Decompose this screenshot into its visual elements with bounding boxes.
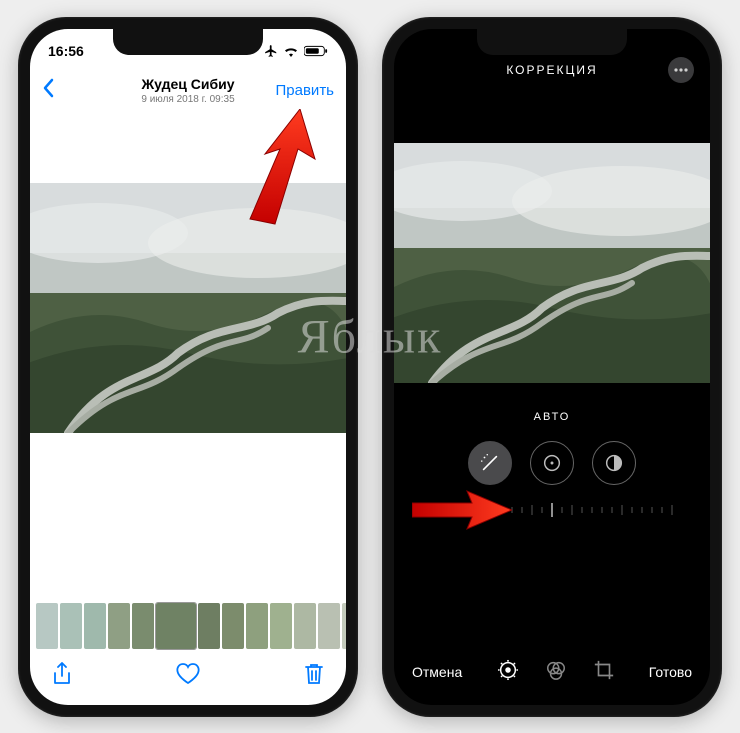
airplane-icon [264,44,278,58]
adjust-tab[interactable] [497,659,519,684]
edit-toolbar: Отмена Готово [394,647,710,705]
adjustment-label: АВТО [394,411,710,423]
arrow-annotation-edit [220,109,330,229]
favorite-button[interactable] [176,663,200,690]
done-button[interactable]: Готово [649,664,692,680]
arrow-annotation-wand [412,485,512,535]
photo-image [394,143,710,383]
phone-left: 16:56 Жудец Сибиу 9 июля 2018 г. 09: [18,17,358,717]
bottom-toolbar [30,655,346,705]
nav-subtitle: 9 июля 2018 г. 09:35 [102,94,274,105]
share-button[interactable] [52,662,72,691]
status-icons [264,44,328,58]
nav-title: Жудец Сибиу [102,76,274,92]
wifi-icon [283,45,299,57]
more-button[interactable] [668,57,694,83]
nav-bar: Жудец Сибиу 9 июля 2018 г. 09:35 Править [30,69,346,113]
edit-mode-tabs [497,659,615,684]
battery-icon [304,45,328,57]
notch [113,29,263,55]
filters-tab[interactable] [545,659,567,684]
exposure-button[interactable] [530,441,574,485]
crop-tab[interactable] [593,659,615,684]
edit-title: КОРРЕКЦИЯ [436,63,668,77]
edit-photo-viewer[interactable] [394,143,710,383]
edit-button[interactable]: Править [274,82,334,99]
nav-title-block: Жудец Сибиу 9 июля 2018 г. 09:35 [102,76,274,105]
cancel-button[interactable]: Отмена [412,664,462,680]
brilliance-button[interactable] [592,441,636,485]
screen-right: КОРРЕКЦИЯ АВТО [394,29,710,705]
thumbnail-strip[interactable] [30,603,346,649]
status-time: 16:56 [48,43,84,59]
adjustment-row [394,441,710,485]
notch [477,29,627,55]
auto-enhance-button[interactable] [468,441,512,485]
delete-button[interactable] [304,662,324,691]
screen-left: 16:56 Жудец Сибиу 9 июля 2018 г. 09: [30,29,346,705]
back-button[interactable] [42,78,102,103]
phone-right: КОРРЕКЦИЯ АВТО [382,17,722,717]
